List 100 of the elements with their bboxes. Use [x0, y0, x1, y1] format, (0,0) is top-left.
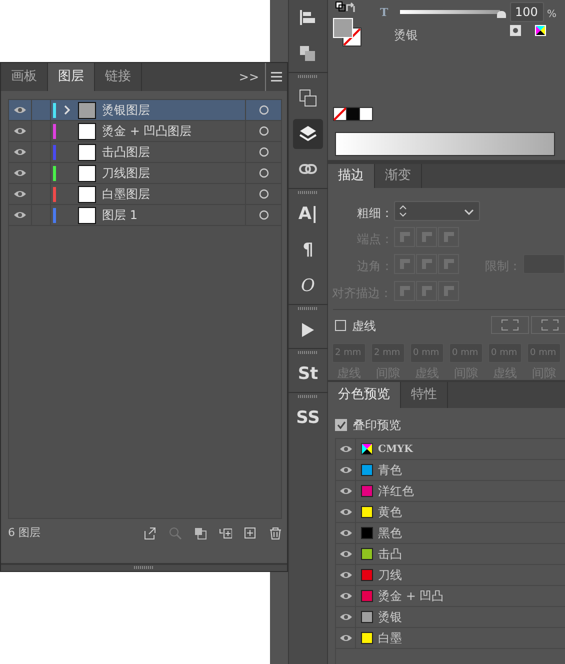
layer-name[interactable]: 刀线图层: [102, 164, 245, 182]
ink-row[interactable]: 洋红色: [336, 481, 565, 502]
stepper-icon: [397, 204, 409, 218]
export-icon: [144, 526, 157, 540]
process-color-icon: [361, 443, 373, 455]
layer-name[interactable]: 烫金 + 凹凸图层: [102, 122, 245, 140]
ink-name: 洋红色: [378, 483, 414, 500]
spot-color-icon: [510, 25, 521, 36]
panel-tab[interactable]: 特性: [401, 382, 448, 408]
layer-name[interactable]: 图层 1: [102, 206, 245, 224]
ink-name: 刀线: [378, 567, 402, 584]
layer-name[interactable]: 击凸图层: [102, 143, 245, 161]
slider-thumb[interactable]: [497, 11, 506, 18]
align-stroke-icon: [420, 285, 432, 297]
swap-icon: [345, 2, 356, 13]
panel-dock-button[interactable]: A|: [293, 199, 323, 229]
layer-count: 6 图层: [8, 525, 42, 541]
menu-icon: [271, 72, 282, 82]
ink-row[interactable]: 刀线: [336, 565, 565, 586]
target-icon: [258, 168, 268, 178]
dash-pattern-icon: [541, 319, 559, 331]
eye-icon: [13, 168, 27, 178]
panel-tab[interactable]: 渐变: [375, 164, 422, 188]
ink-row[interactable]: 青色: [336, 460, 565, 481]
ink-name: 白墨: [378, 630, 402, 647]
cap-icon: [398, 231, 410, 243]
tint-label: T: [380, 5, 388, 21]
layer-name[interactable]: 白墨图层: [102, 185, 245, 203]
eye-icon: [338, 591, 352, 601]
eye-icon: [338, 507, 352, 517]
tint-slider[interactable]: [400, 8, 506, 18]
default-colors-icon: [335, 1, 346, 12]
panel-dock-button[interactable]: St: [293, 359, 323, 389]
clipping-mask-icon: [194, 526, 207, 540]
layer-row[interactable]: 白墨图层: [9, 184, 281, 205]
color-ramp[interactable]: [335, 132, 555, 156]
layer-row[interactable]: 烫金 + 凹凸图层: [9, 121, 281, 142]
ink-row[interactable]: 黄色: [336, 502, 565, 523]
layer-name[interactable]: 烫银图层: [102, 101, 245, 119]
panel-dock-button[interactable]: O: [293, 271, 323, 301]
corner-icon: [442, 258, 454, 270]
collapse-button[interactable]: >>: [232, 63, 265, 91]
artboards-icon: [299, 89, 317, 107]
new-layer-button[interactable]: [244, 526, 257, 540]
layer-row[interactable]: 烫银图层: [9, 100, 281, 121]
dash-preset-button[interactable]: [531, 316, 565, 334]
panel-dock-button[interactable]: [293, 119, 323, 149]
ink-row[interactable]: 白墨: [336, 628, 565, 649]
dash-pattern-icon: [501, 319, 519, 331]
target-icon: [258, 105, 268, 115]
align-stroke-icon: [398, 285, 410, 297]
eye-icon: [338, 465, 352, 475]
field-label: 粗细：: [357, 205, 393, 222]
target-icon: [258, 126, 268, 136]
layer-row[interactable]: 刀线图层: [9, 163, 281, 184]
layers-icon: [299, 125, 317, 143]
percent-label: %: [547, 8, 557, 22]
pathfinder-icon: [299, 45, 317, 63]
layer-row[interactable]: 击凸图层: [9, 142, 281, 163]
clipping-mask-button[interactable]: [194, 526, 207, 540]
corner-icon: [398, 258, 410, 270]
eye-icon: [338, 633, 352, 643]
eye-icon: [338, 549, 352, 559]
align-stroke-icon: [442, 285, 454, 297]
panel-dock-button[interactable]: SS: [293, 403, 323, 433]
tint-input[interactable]: 100: [510, 2, 544, 22]
cap-icon: [420, 231, 432, 243]
ink-name: 黄色: [378, 504, 402, 521]
ink-name: 烫金 + 凹凸: [378, 588, 444, 605]
panel-tab[interactable]: 分色预览: [328, 382, 401, 408]
ink-row[interactable]: 烫金 + 凹凸: [336, 586, 565, 607]
ink-name: CMYK: [378, 442, 413, 456]
panel-tab[interactable]: 描边: [328, 164, 375, 188]
cap-icon: [442, 231, 454, 243]
checkbox-label: 叠印预览: [353, 417, 401, 434]
quick-swatches: [333, 107, 373, 121]
overprint-checkbox[interactable]: [335, 419, 347, 431]
eye-icon: [338, 612, 352, 622]
dashed-checkbox[interactable]: [335, 320, 346, 331]
panel-tab[interactable]: 图层: [48, 63, 95, 91]
eye-icon: [338, 444, 352, 454]
stroke-weight-field[interactable]: [394, 201, 480, 221]
new-sublayer-button[interactable]: [219, 526, 232, 540]
ink-row[interactable]: CMYK: [336, 439, 565, 460]
corner-icon: [420, 258, 432, 270]
ink-row[interactable]: 击凸: [336, 544, 565, 565]
panel-tab[interactable]: 链接: [95, 63, 142, 91]
layer-row[interactable]: 图层 1: [9, 205, 281, 226]
dash-preset-button[interactable]: [491, 316, 529, 334]
fill-swatch[interactable]: [333, 18, 353, 38]
target-icon: [258, 147, 268, 157]
dropdown-caret-icon: [464, 209, 474, 215]
eye-icon: [338, 570, 352, 580]
ink-row[interactable]: 黑色: [336, 523, 565, 544]
eye-icon: [13, 189, 27, 199]
target-icon: [258, 210, 268, 220]
ink-row[interactable]: 烫银: [336, 607, 565, 628]
delete-button[interactable]: [269, 526, 282, 540]
export-button[interactable]: [144, 526, 157, 540]
panel-dock-button[interactable]: ¶: [293, 235, 323, 265]
